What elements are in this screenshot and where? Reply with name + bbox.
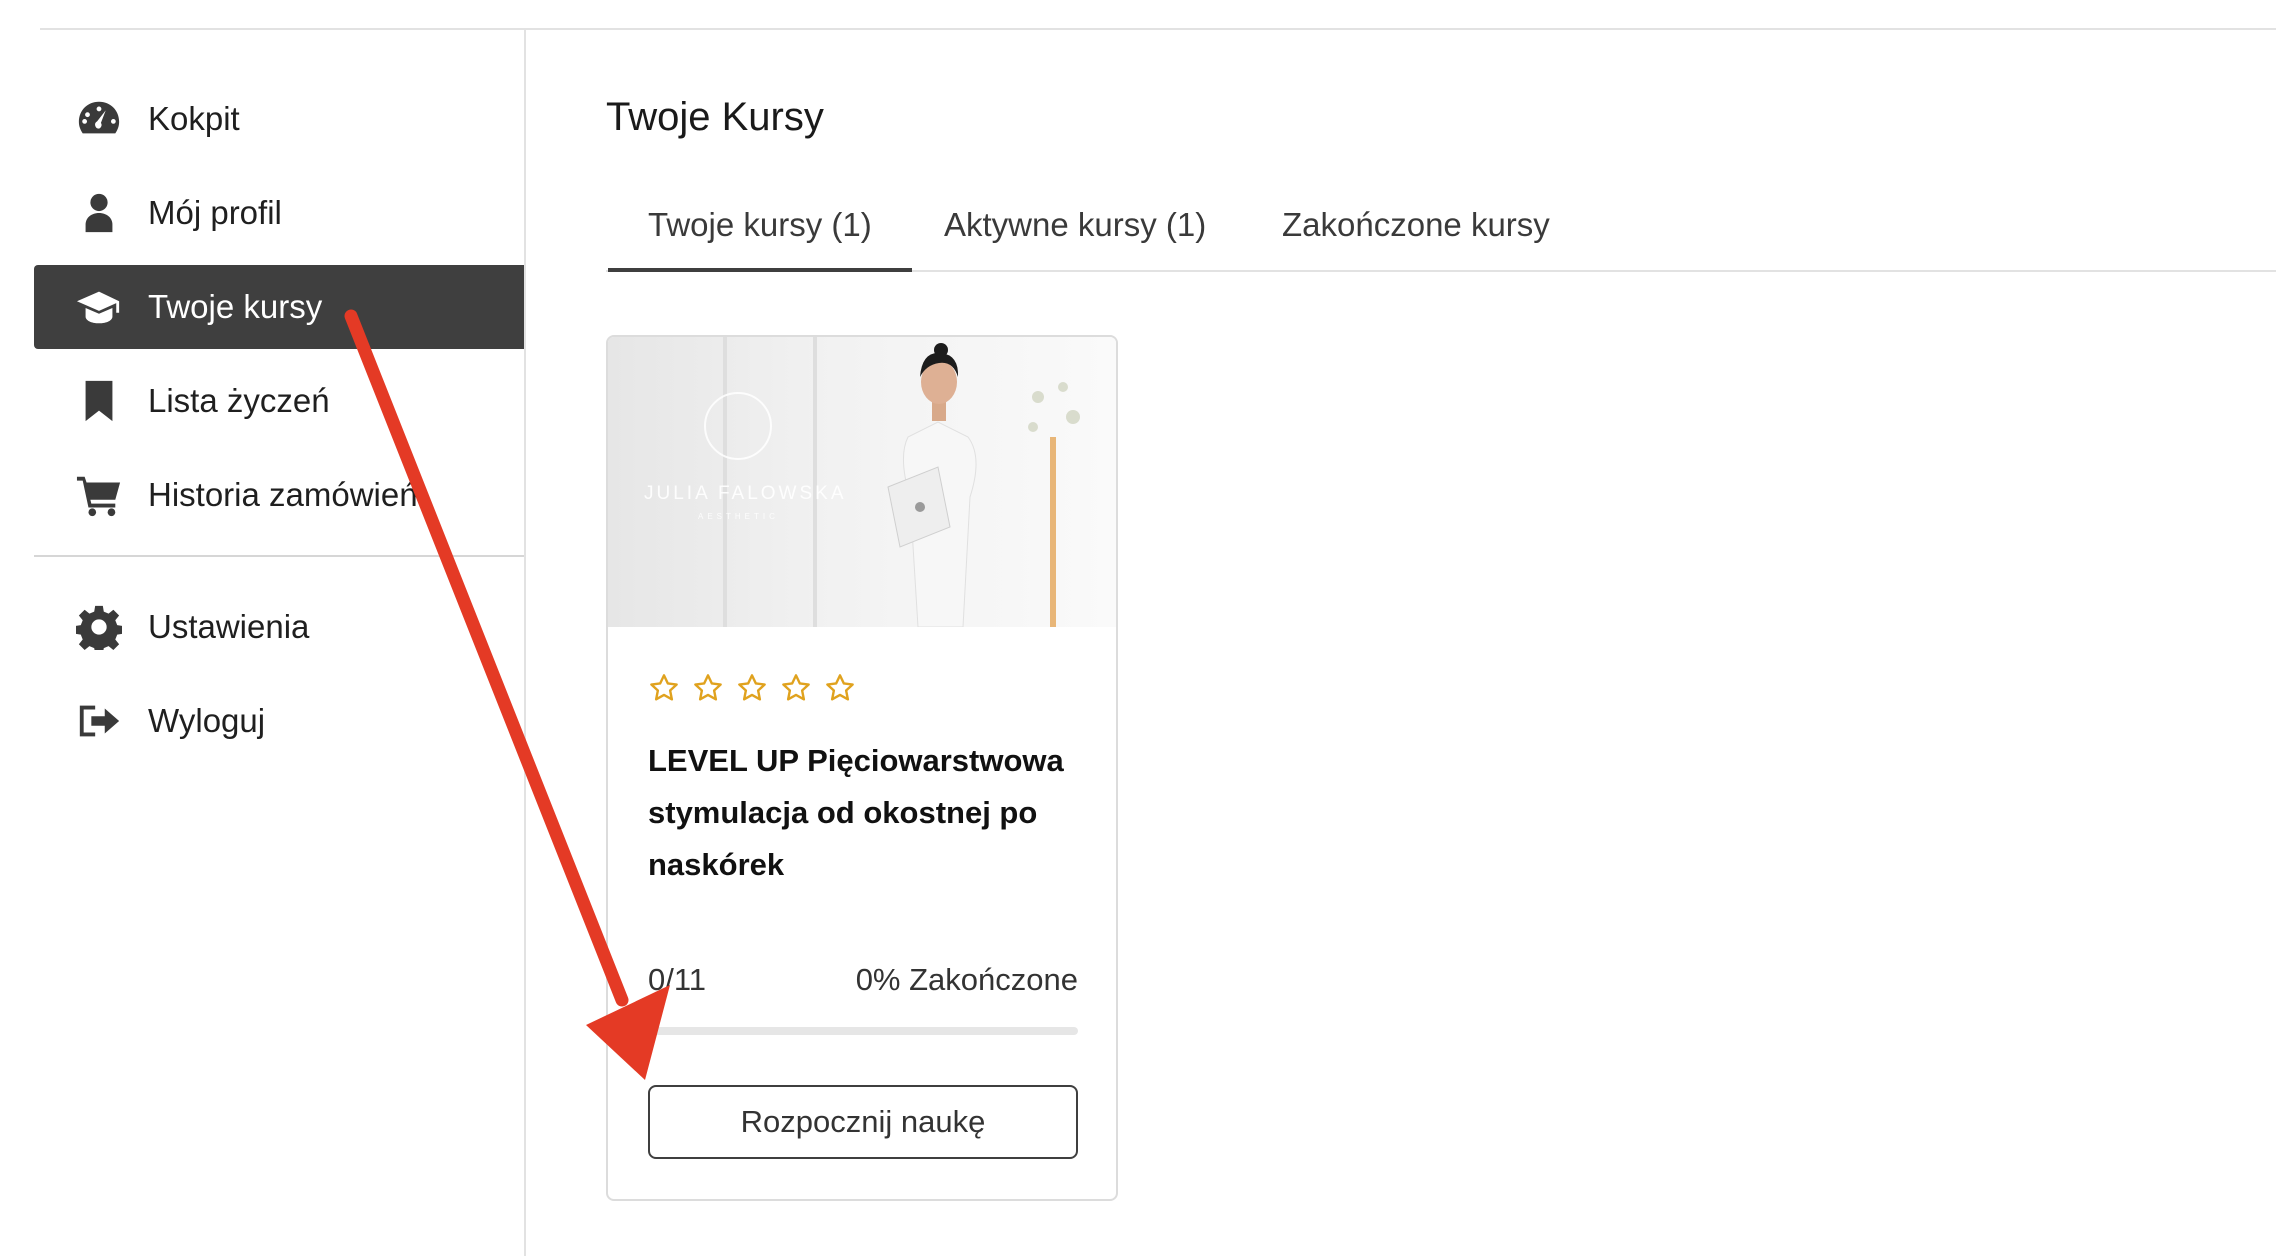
logout-icon [74, 696, 124, 746]
sidebar-item-settings[interactable]: Ustawienia [34, 585, 524, 669]
sidebar-item-profile[interactable]: Mój profil [34, 171, 524, 255]
brand-logo-subtext: AESTHETIC [698, 512, 779, 521]
sidebar-item-label: Kokpit [148, 100, 240, 137]
sidebar-separator [34, 555, 524, 557]
sidebar-item-label: Ustawienia [148, 608, 310, 645]
course-card: JULIA FALOWSKA AESTHETIC LEVEL UP Pięcio… [606, 335, 1118, 1201]
star-icon [650, 674, 678, 701]
course-title[interactable]: LEVEL UP Pięciowarstwowa stymulacja od o… [648, 735, 1098, 891]
star-icon [782, 674, 810, 701]
sidebar-divider [524, 30, 526, 1256]
tab-completed-courses[interactable]: Zakończone kursy [1282, 206, 1550, 244]
sidebar-item-label: Wyloguj [148, 702, 266, 739]
progress-bar [648, 1027, 1078, 1035]
progress-info: 0/11 0% Zakończone [648, 962, 1078, 998]
sidebar-item-label: Lista życzeń [148, 382, 330, 419]
sidebar-item-wishlist[interactable]: Lista życzeń [34, 359, 524, 443]
dashboard-icon [74, 94, 124, 144]
tab-active-courses[interactable]: Aktywne kursy (1) [944, 206, 1206, 244]
star-icon [826, 674, 854, 701]
gear-icon [74, 602, 124, 652]
sidebar-item-logout[interactable]: Wyloguj [34, 679, 524, 763]
course-thumbnail[interactable]: JULIA FALOWSKA AESTHETIC [608, 337, 1116, 627]
brand-logo-icon [704, 392, 772, 460]
sidebar-item-label: Twoje kursy [148, 288, 323, 325]
page-title: Twoje Kursy [606, 95, 824, 139]
completion-percent: 0% Zakończone [855, 962, 1078, 997]
graduation-cap-icon [74, 282, 124, 332]
sidebar-item-label: Historia zamówień [148, 476, 418, 513]
lessons-progress: 0/11 [648, 962, 707, 997]
sidebar-item-kokpit[interactable]: Kokpit [34, 77, 524, 161]
user-icon [74, 188, 124, 238]
course-tabs: Twoje kursy (1) Aktywne kursy (1) Zakońc… [606, 190, 2276, 272]
rating-stars [648, 672, 856, 704]
instructor-photo [887, 343, 977, 627]
header-divider [40, 28, 2276, 30]
sidebar-item-label: Mój profil [148, 194, 282, 231]
tab-all-courses[interactable]: Twoje kursy (1) [608, 206, 912, 272]
cart-icon [74, 470, 124, 520]
bookmark-icon [74, 376, 124, 426]
sidebar: Kokpit Mój profil Twoje kursy Lista życz… [34, 77, 524, 773]
sidebar-item-courses[interactable]: Twoje kursy [34, 265, 524, 349]
sidebar-item-orders[interactable]: Historia zamówień [34, 453, 524, 537]
brand-logo-text: JULIA FALOWSKA [644, 483, 847, 504]
star-icon [738, 674, 766, 701]
star-icon [694, 674, 722, 701]
start-learning-button[interactable]: Rozpocznij naukę [648, 1085, 1078, 1159]
